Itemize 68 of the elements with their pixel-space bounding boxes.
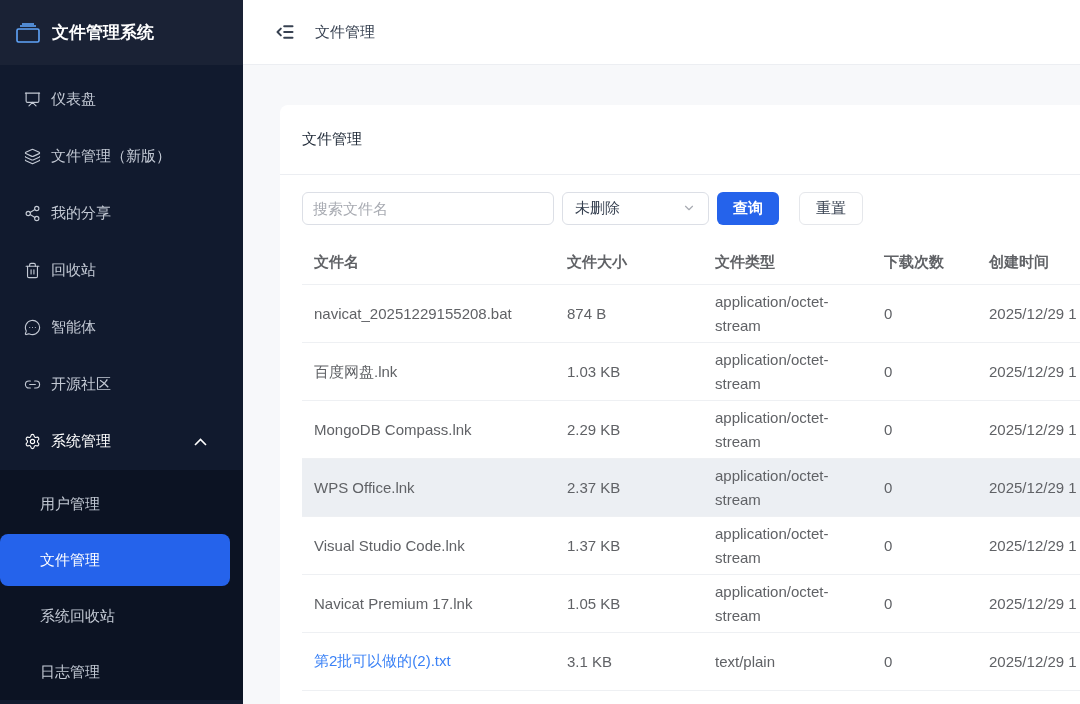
column-header: 文件类型 bbox=[715, 252, 775, 273]
table-cell-text: application/octet-stream bbox=[715, 581, 830, 626]
status-select[interactable]: 未删除 bbox=[562, 191, 709, 225]
file-link[interactable]: 第2批可以做的(2).txt bbox=[314, 650, 451, 673]
sidebar-item[interactable]: 系统管理 bbox=[0, 413, 243, 470]
table-cell-text: application/octet-stream bbox=[715, 349, 830, 394]
table-cell-text: Visual Studio Code.lnk bbox=[314, 535, 465, 556]
logo-icon bbox=[16, 22, 40, 43]
table-cell-text: application/octet-stream bbox=[715, 523, 830, 568]
table-cell-text: 0 bbox=[884, 477, 893, 498]
table-cell-text: 0 bbox=[884, 303, 893, 324]
table-cell-text: 1.03 KB bbox=[567, 361, 621, 382]
sidebar-item[interactable]: 智能体 bbox=[0, 299, 243, 356]
chart-board-icon bbox=[24, 91, 41, 108]
settings-icon bbox=[24, 433, 41, 450]
tray-icon bbox=[24, 148, 41, 165]
submenu-item[interactable]: 日志管理 bbox=[0, 646, 230, 698]
reset-button[interactable]: 重置 bbox=[799, 191, 863, 225]
table-cell-text: 2025/12/29 1 bbox=[989, 303, 1077, 324]
share-icon bbox=[24, 205, 41, 222]
table-cell-text: 0 bbox=[884, 651, 893, 672]
chevron-up-icon bbox=[194, 437, 207, 446]
column-header: 创建时间 bbox=[989, 252, 1049, 273]
table-cell-text: navicat_20251229155208.bat bbox=[314, 303, 512, 324]
sidebar-item[interactable]: 开源社区 bbox=[0, 356, 243, 413]
table-cell-text: 874 B bbox=[567, 303, 607, 324]
chat-bubble-icon bbox=[24, 319, 41, 336]
app-title: 文件管理系统 bbox=[52, 21, 154, 44]
table-cell-text: application/octet-stream bbox=[715, 407, 830, 452]
table-cell-text: 2025/12/29 1 bbox=[989, 361, 1077, 382]
table-cell-text: 2025/12/29 1 bbox=[989, 593, 1077, 614]
table-cell-text: 2025/12/29 1 bbox=[989, 535, 1077, 556]
table-cell-text: 百度网盘.lnk bbox=[314, 361, 398, 382]
submenu-item[interactable]: 系统回收站 bbox=[0, 590, 230, 642]
table-cell-text: text/plain bbox=[715, 651, 776, 672]
table-cell-text: WPS Office.lnk bbox=[314, 477, 415, 498]
menu-icon[interactable] bbox=[275, 22, 295, 42]
submenu-item[interactable]: 文件管理 bbox=[0, 534, 230, 586]
table-cell-text: 1.05 KB bbox=[567, 593, 621, 614]
table-cell-text: application/octet-stream bbox=[715, 465, 830, 510]
table-cell-text: 0 bbox=[884, 535, 893, 556]
table-cell-text: 2.37 KB bbox=[567, 477, 621, 498]
table-cell-text: 2025/12/29 1 bbox=[989, 477, 1077, 498]
column-header: 下载次数 bbox=[884, 252, 944, 273]
table-cell-text: 0 bbox=[884, 361, 893, 382]
sidebar-item[interactable]: 回收站 bbox=[0, 242, 243, 299]
search-field[interactable]: 搜索文件名 bbox=[302, 191, 554, 225]
table-cell-text: 2025/12/29 1 bbox=[989, 651, 1077, 672]
trash-icon bbox=[24, 262, 41, 279]
sidebar-item[interactable]: 仪表盘 bbox=[0, 71, 243, 128]
submenu-item[interactable]: 用户管理 bbox=[0, 478, 230, 530]
table-row[interactable]: WPS Office.lnk 2.37 KB application/octet-stream 0 2025/12/29 1 bbox=[302, 459, 1080, 517]
table-cell-text: 2025/12/29 1 bbox=[989, 419, 1077, 440]
card-title: 文件管理 bbox=[302, 129, 362, 150]
table-cell-text: 0 bbox=[884, 419, 893, 440]
column-header: 文件大小 bbox=[567, 252, 627, 273]
table-cell-text: 1.37 KB bbox=[567, 535, 621, 556]
column-header: 文件名 bbox=[314, 252, 359, 273]
table-cell-text: application/octet-stream bbox=[715, 291, 830, 336]
table-cell-text: 3.1 KB bbox=[567, 651, 613, 672]
sidebar-item[interactable]: 我的分享 bbox=[0, 185, 243, 242]
table-cell-text: Navicat Premium 17.lnk bbox=[314, 593, 473, 614]
breadcrumb: 文件管理 bbox=[315, 21, 375, 42]
table-cell-text: MongoDB Compass.lnk bbox=[314, 419, 472, 440]
query-button[interactable]: 查询 bbox=[717, 191, 779, 225]
table-cell-text: 0 bbox=[884, 593, 893, 614]
sidebar-item[interactable]: 文件管理（新版） bbox=[0, 128, 243, 185]
table-cell-text: 2.29 KB bbox=[567, 419, 621, 440]
